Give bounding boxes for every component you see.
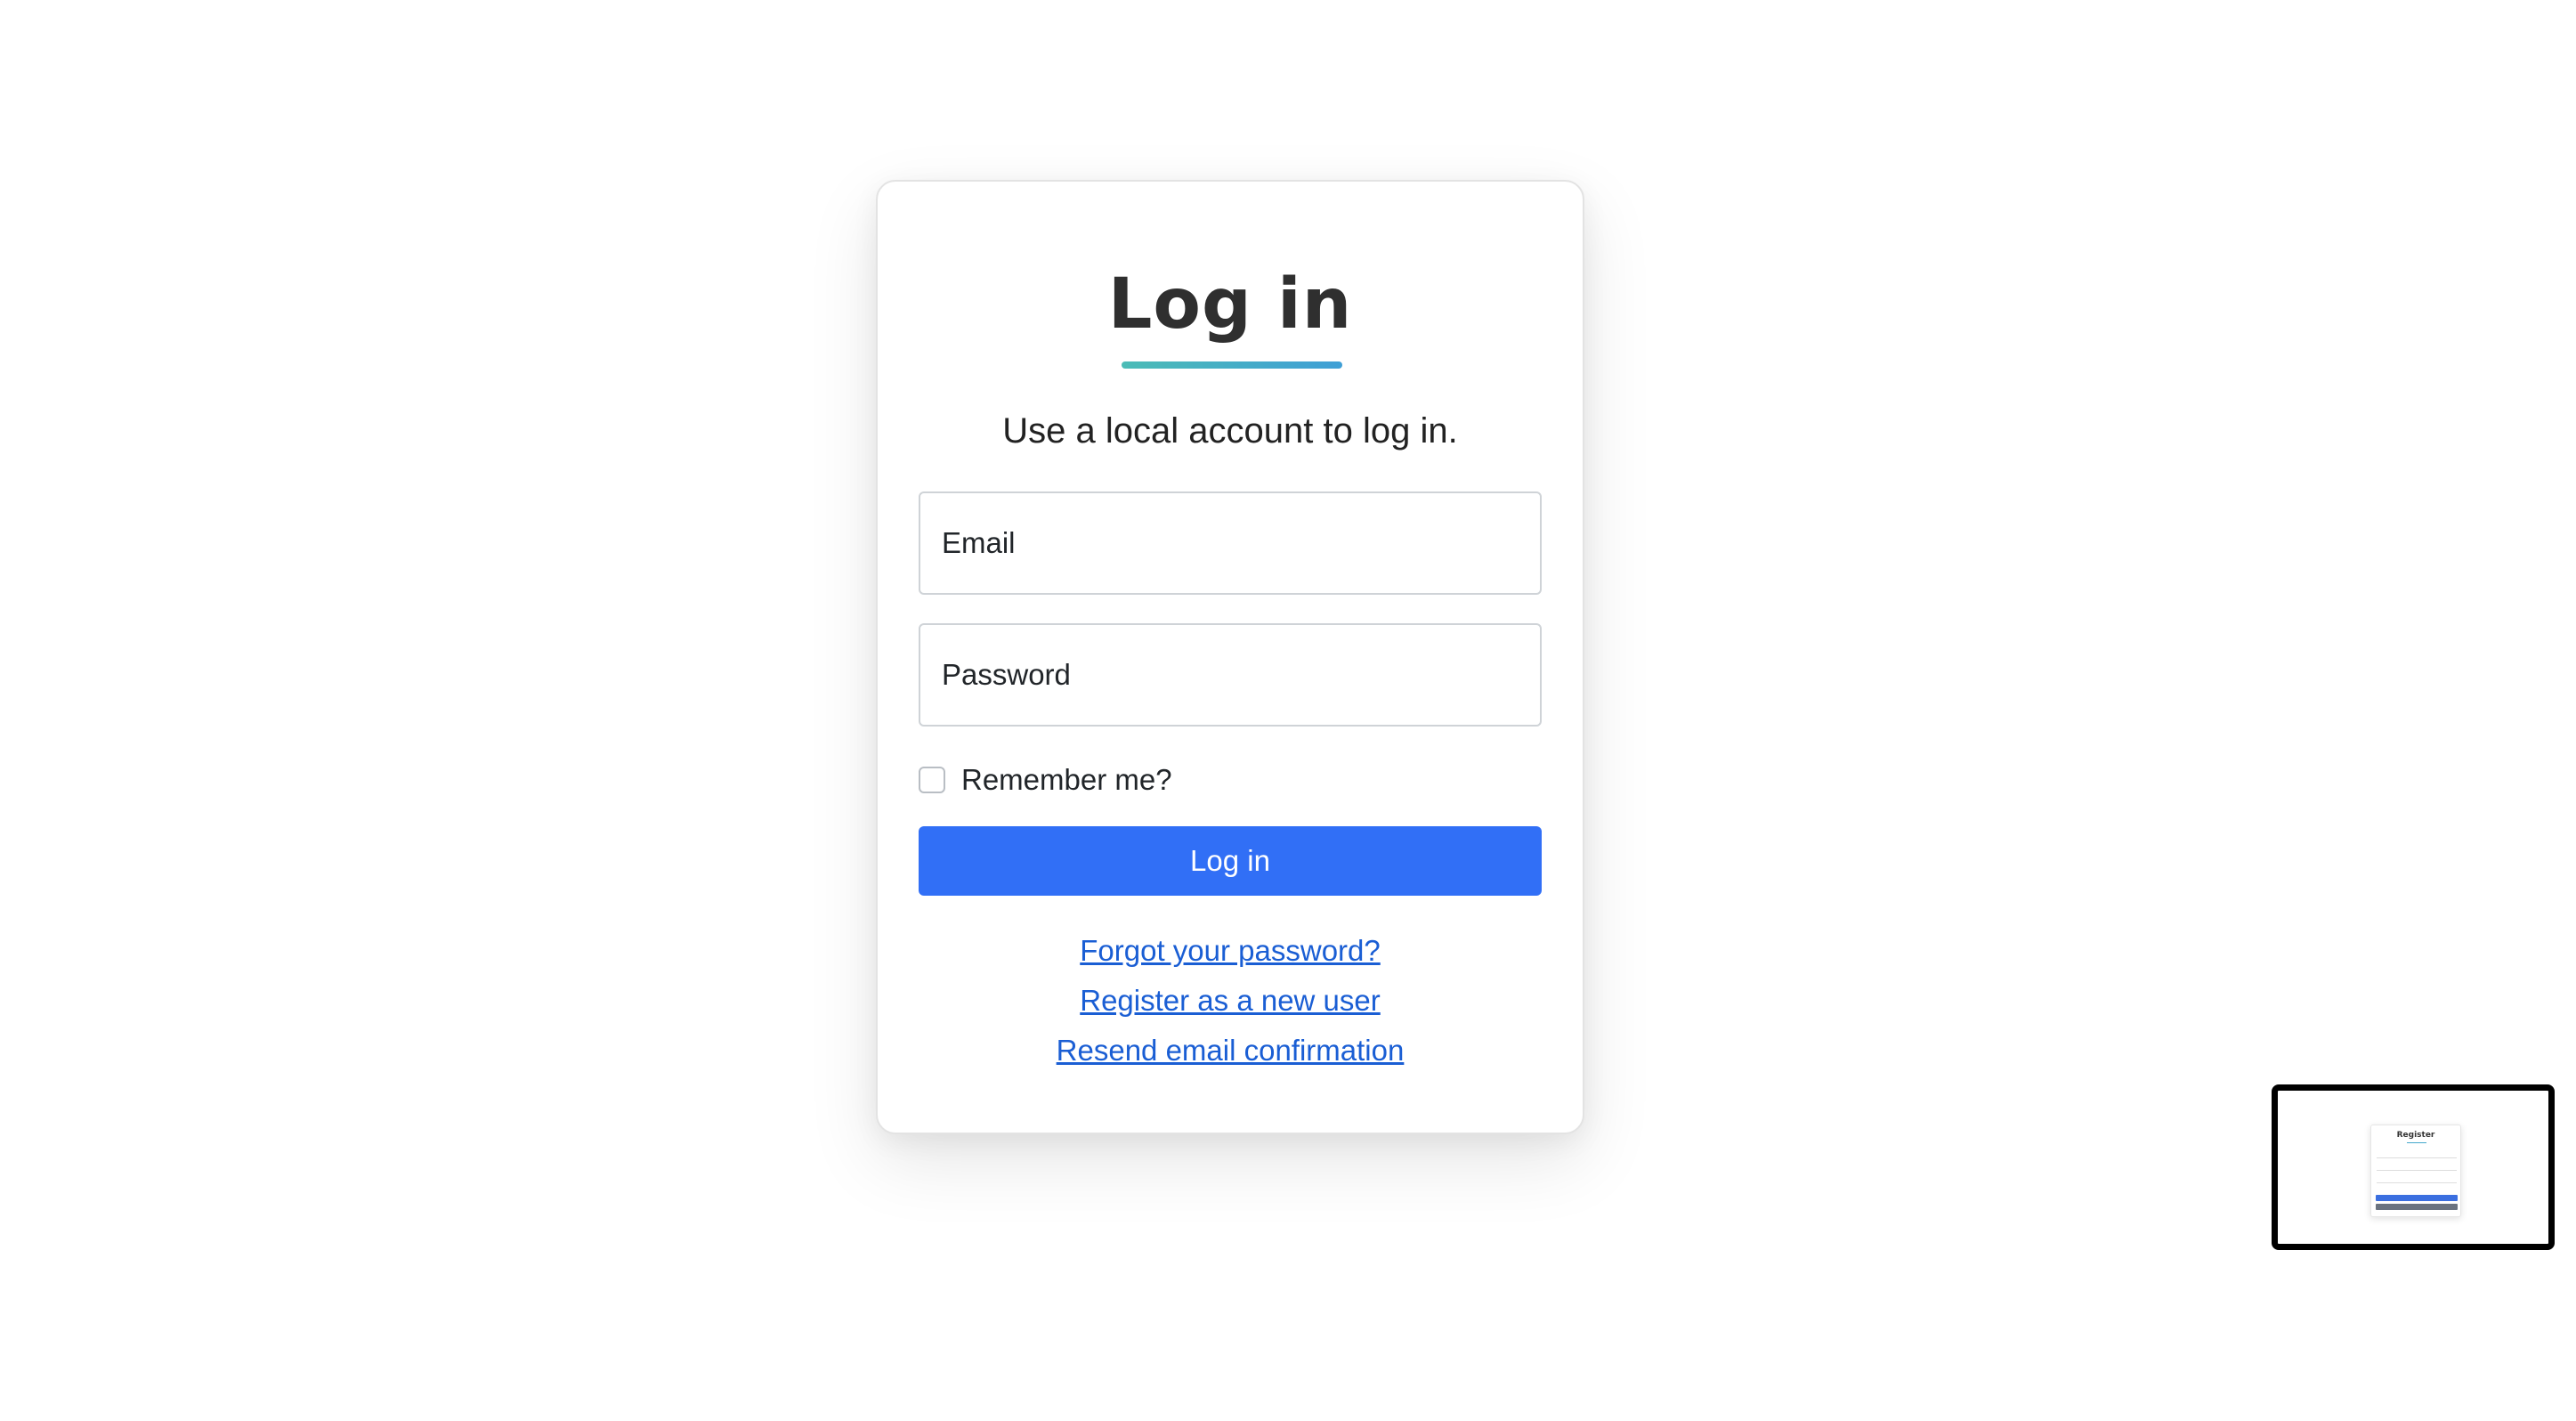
preview-primary-button [2376,1195,2458,1201]
login-button[interactable]: Log in [919,826,1542,896]
page-subtitle: Use a local account to log in. [1002,411,1458,451]
password-field-placeholder: Password [942,658,1071,691]
email-field-placeholder: Email [942,526,1016,559]
email-field[interactable]: Email [919,491,1542,595]
register-link[interactable]: Register as a new user [878,976,1583,1026]
remember-me-checkbox[interactable] [919,767,945,793]
preview-title: Register [2396,1131,2435,1140]
title-underline [1122,361,1342,369]
page: Log in Use a local account to log in. Em… [0,0,2576,1421]
password-field[interactable]: Password [919,623,1542,727]
preview-register-card: Register [2370,1125,2461,1217]
preview-title-underline [2407,1142,2426,1143]
preview-secondary-button [2376,1204,2458,1210]
resend-confirmation-link[interactable]: Resend email confirmation [878,1026,1583,1076]
preview-field-line [2377,1182,2457,1183]
remember-me-label[interactable]: Remember me? [961,763,1172,797]
screen-preview-thumbnail[interactable]: Register [2272,1084,2555,1250]
forgot-password-link[interactable]: Forgot your password? [878,926,1583,976]
auth-links: Forgot your password? Register as a new … [878,926,1583,1076]
login-card: Log in Use a local account to log in. Em… [876,180,1584,1134]
remember-me-row: Remember me? [919,760,1172,800]
preview-field-line [2377,1170,2457,1171]
page-title: Log in [1107,264,1353,345]
preview-field-line [2377,1157,2457,1158]
